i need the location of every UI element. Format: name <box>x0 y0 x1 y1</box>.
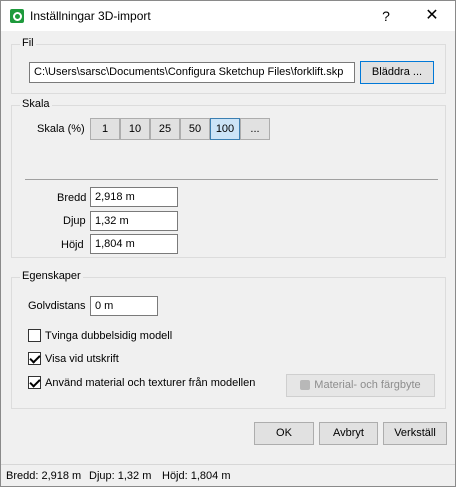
file-group-legend: Fil <box>20 37 36 49</box>
file-path-field[interactable]: C:\Users\sarsc\Documents\Configura Sketc… <box>29 62 355 83</box>
height-label: Höjd <box>61 239 84 251</box>
force-double-label[interactable]: Tvinga dubbelsidig modell <box>45 330 172 342</box>
scale-option-1[interactable]: 1 <box>90 118 120 140</box>
paint-icon <box>300 380 311 391</box>
material-color-button[interactable]: Material- och färgbyte <box>286 374 435 397</box>
cancel-button[interactable]: Avbryt <box>319 422 378 445</box>
width-label: Bredd <box>57 192 87 204</box>
show-print-label[interactable]: Visa vid utskrift <box>45 353 119 365</box>
scale-separator <box>25 179 438 180</box>
force-double-checkbox[interactable] <box>28 329 41 342</box>
status-width: Bredd: 2,918 m <box>6 470 82 482</box>
depth-label: Djup <box>63 215 86 227</box>
scale-option-10[interactable]: 10 <box>120 118 150 140</box>
use-material-label[interactable]: Använd material och texturer från modell… <box>45 377 255 389</box>
help-button[interactable]: ? <box>371 3 401 29</box>
scale-label: Skala (%) <box>37 123 85 135</box>
show-print-checkbox[interactable] <box>28 352 41 365</box>
scale-group-legend: Skala <box>20 98 52 110</box>
floor-distance-label: Golvdistans <box>28 300 86 312</box>
floor-distance-field[interactable]: 0 m <box>90 296 158 316</box>
apply-button[interactable]: Verkställ <box>383 422 447 445</box>
window-title: Inställningar 3D-import <box>30 9 151 23</box>
title-bar: Inställningar 3D-import ? ✕ <box>1 1 455 31</box>
scale-option-100[interactable]: 100 <box>210 118 240 140</box>
depth-field[interactable]: 1,32 m <box>90 211 178 231</box>
import-settings-dialog: Inställningar 3D-import ? ✕ Fil C:\Users… <box>0 0 456 487</box>
height-field[interactable]: 1,804 m <box>90 234 178 254</box>
status-bar: Bredd: 2,918 m Djup: 1,32 m Höjd: 1,804 … <box>1 464 455 486</box>
material-color-button-label: Material- och färgbyte <box>314 379 421 391</box>
scale-option-50[interactable]: 50 <box>180 118 210 140</box>
browse-button[interactable]: Bläddra ... <box>360 61 434 84</box>
app-icon <box>10 9 24 23</box>
status-height: Höjd: 1,804 m <box>162 470 231 482</box>
status-depth: Djup: 1,32 m <box>89 470 152 482</box>
use-material-checkbox[interactable] <box>28 376 41 389</box>
close-icon[interactable]: ✕ <box>415 3 449 29</box>
properties-group-legend: Egenskaper <box>20 270 83 282</box>
ok-button[interactable]: OK <box>254 422 314 445</box>
scale-option-25[interactable]: 25 <box>150 118 180 140</box>
scale-option-custom[interactable]: ... <box>240 118 270 140</box>
width-field[interactable]: 2,918 m <box>90 187 178 207</box>
